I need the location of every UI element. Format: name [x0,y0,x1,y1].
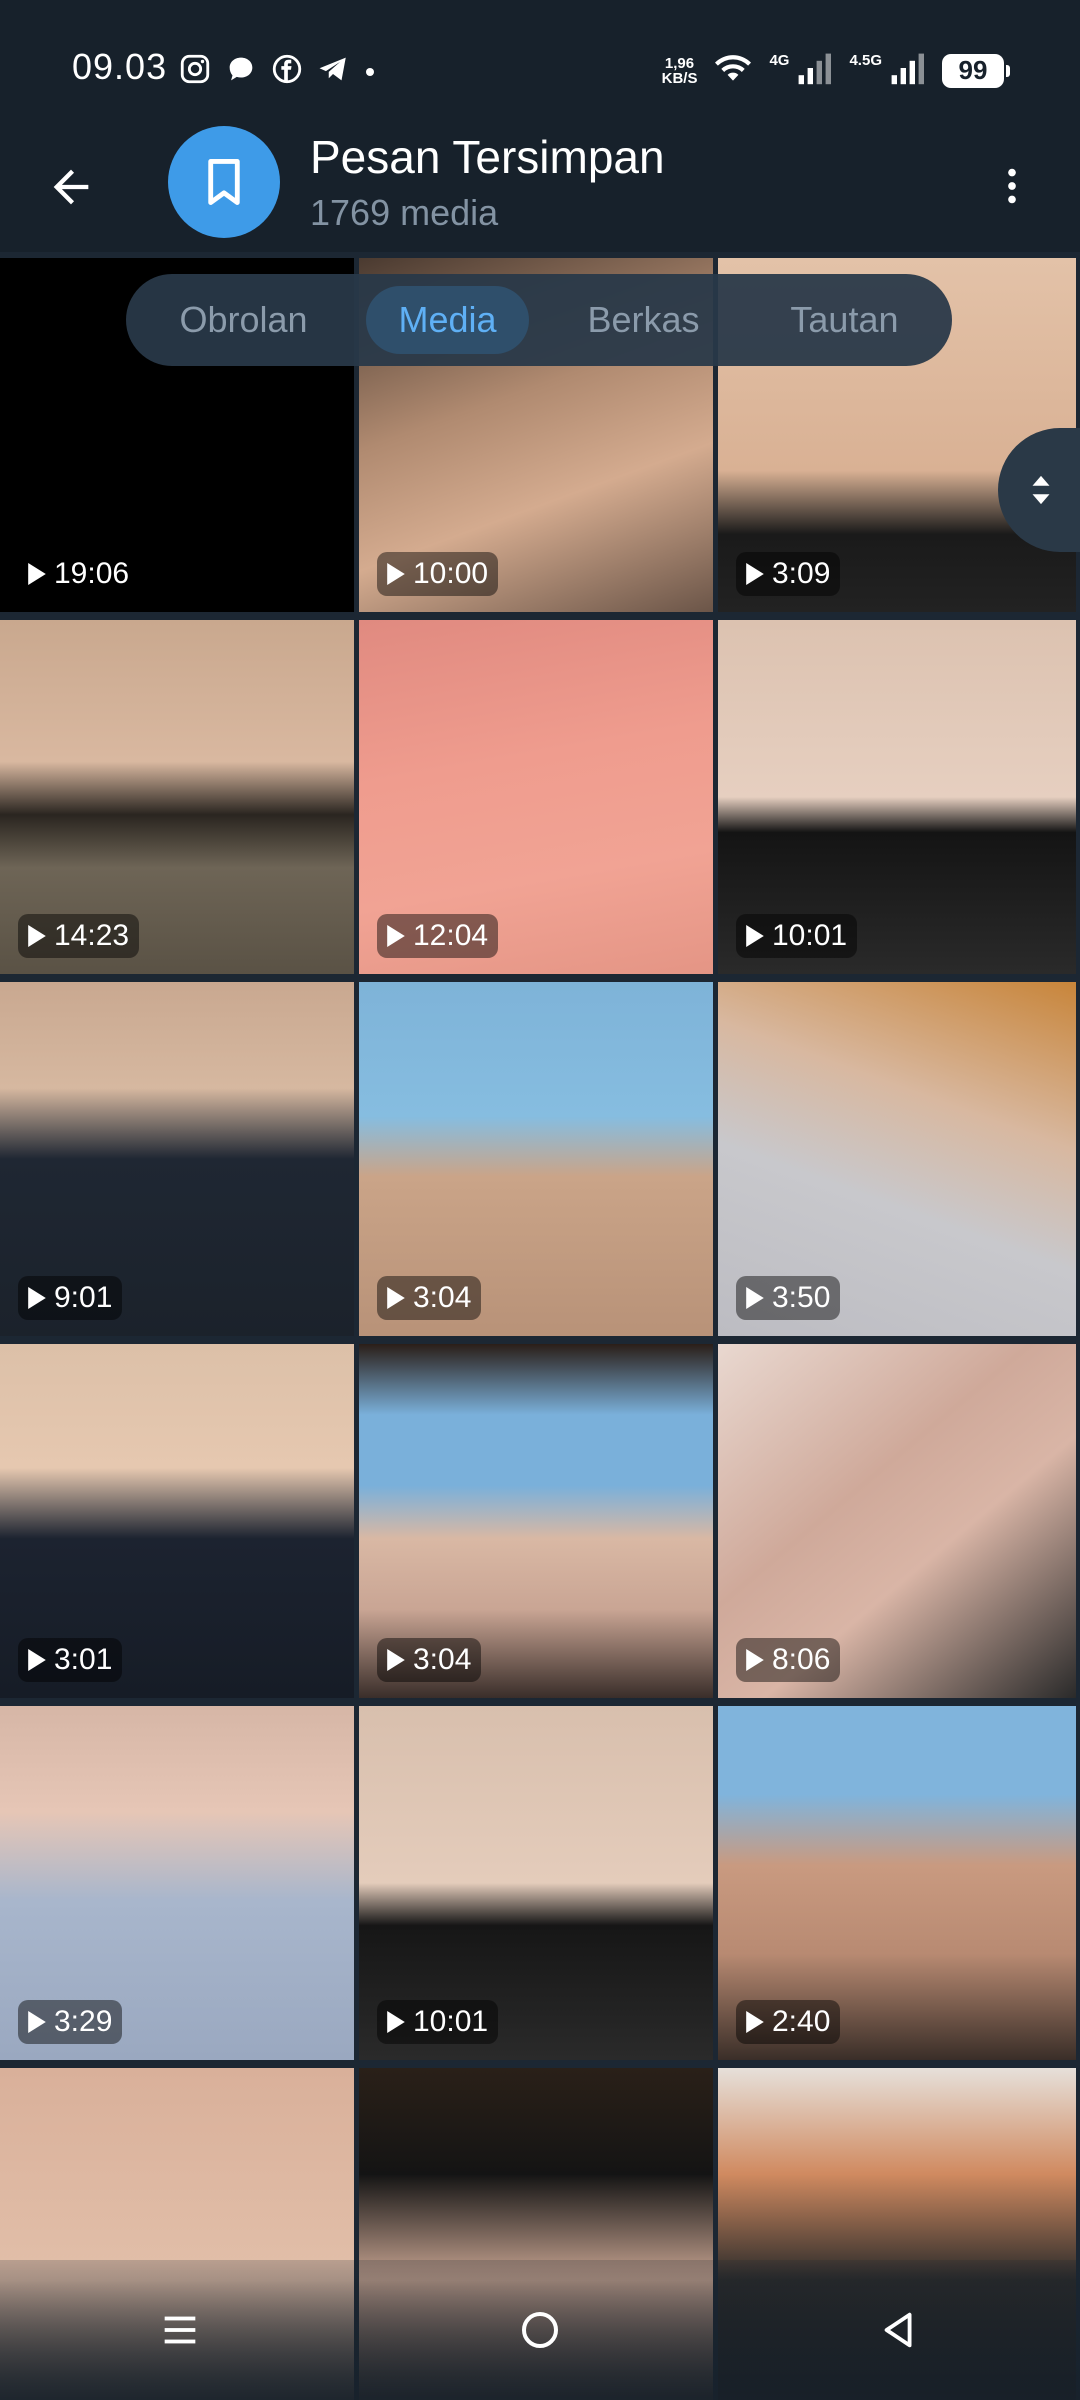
signal2-icon [884,50,928,91]
media-tile[interactable]: 3:50 [718,982,1076,1336]
media-tile[interactable]: 8:06 [718,1344,1076,1698]
duration-label: 10:01 [772,919,848,952]
tab-berkas[interactable]: Berkas [555,286,731,354]
signal1-icon [791,50,835,91]
home-circle-icon [522,2312,558,2348]
arrow-left-icon [53,169,89,205]
play-icon [387,925,405,947]
recent-apps-button[interactable] [135,2285,225,2375]
media-tile[interactable]: 9:01 [0,982,354,1336]
page-title: Pesan Tersimpan [310,131,665,183]
duration-badge: 10:01 [736,914,858,958]
duration-label: 3:29 [54,2005,113,2038]
play-icon [746,1287,764,1309]
triangle-back-icon [884,2312,912,2348]
duration-badge: 3:50 [736,1276,841,1320]
play-icon [387,563,405,585]
wifi-icon [711,50,755,91]
more-options-button[interactable] [982,156,1042,216]
chat-header: Pesan Tersimpan 1769 media [0,120,1080,252]
tab-media[interactable]: Media [366,286,529,354]
duration-label: 10:00 [413,557,489,590]
play-icon [387,1287,405,1309]
notification-icons [178,52,374,91]
duration-badge: 10:00 [377,552,499,596]
media-tile[interactable]: 2:40 [718,1706,1076,2060]
duration-badge: 3:29 [18,2000,123,2044]
system-nav-bar [0,2260,1080,2400]
duration-label: 3:09 [772,557,831,590]
play-icon [28,1287,46,1309]
play-icon [746,563,764,585]
duration-label: 2:40 [772,2005,831,2038]
duration-label: 14:23 [54,919,130,952]
duration-badge: 10:01 [377,2000,499,2044]
play-icon [746,925,764,947]
media-tile[interactable]: 3:01 [0,1344,354,1698]
duration-badge: 2:40 [736,2000,841,2044]
duration-badge: 3:04 [377,1638,482,1682]
signal2-label: 4.5G [849,52,882,69]
play-icon [746,1649,764,1671]
avatar[interactable] [168,126,280,238]
media-tabs: Obrolan Media Berkas Tautan [126,274,952,366]
net-speed-unit: KB/S [661,69,698,87]
facebook-icon [270,52,304,91]
duration-badge: 8:06 [736,1638,841,1682]
play-icon [28,563,46,585]
play-icon [387,1649,405,1671]
duration-badge: 12:04 [377,914,499,958]
scroll-arrows-icon [1032,475,1050,505]
duration-label: 10:01 [413,2005,489,2038]
duration-badge: 3:09 [736,552,841,596]
media-tile[interactable]: 3:29 [0,1706,354,2060]
status-bar: 09.03 1,96 KB/S 4G 4.5G 99 [0,0,1080,120]
duration-badge: 3:01 [18,1638,123,1682]
telegram-icon [316,52,350,91]
duration-label: 3:01 [54,1643,113,1676]
media-tile[interactable]: 10:01 [718,620,1076,974]
duration-label: 9:01 [54,1281,113,1314]
play-icon [28,2011,46,2033]
media-tile[interactable]: 10:01 [359,1706,713,2060]
play-icon [387,2011,405,2033]
media-tile[interactable]: 3:04 [359,982,713,1336]
battery-indicator: 99 [942,53,1010,88]
duration-badge: 19:06 [18,552,140,596]
media-tile[interactable]: 3:04 [359,1344,713,1698]
duration-label: 12:04 [413,919,489,952]
instagram-icon [178,52,212,91]
nav-back-button[interactable] [855,2285,945,2375]
play-icon [28,925,46,947]
bookmark-icon [208,159,240,205]
back-button[interactable] [38,154,104,220]
status-time: 09.03 [72,46,168,87]
media-grid: 19:06 10:00 3:09 14:23 12:04 10:01 9:01 … [0,258,1080,2400]
duration-label: 3:04 [413,1281,472,1314]
home-button[interactable] [495,2285,585,2375]
play-icon [746,2011,764,2033]
media-tile[interactable]: 14:23 [0,620,354,974]
tab-tautan[interactable]: Tautan [758,286,930,354]
net-speed-value: 1,96 [664,54,695,72]
screen: 09.03 1,96 KB/S 4G 4.5G 99 Pesan Tersimp… [0,0,1080,2400]
duration-badge: 3:04 [377,1276,482,1320]
menu-icon [164,2316,196,2344]
more-vertical-icon [1008,168,1016,204]
signal1-label: 4G [769,52,790,69]
play-icon [28,1649,46,1671]
duration-label: 19:06 [54,557,130,590]
duration-badge: 9:01 [18,1276,123,1320]
tab-obrolan[interactable]: Obrolan [147,286,339,354]
duration-badge: 14:23 [18,914,140,958]
media-tile[interactable]: 12:04 [359,620,713,974]
duration-label: 3:04 [413,1643,472,1676]
net-speed: 1,96 KB/S [662,56,698,86]
threads-chat-icon [224,52,258,91]
more-notifications-dot [366,67,374,76]
media-count: 1769 media [310,192,499,233]
duration-label: 3:50 [772,1281,831,1314]
duration-label: 8:06 [772,1643,831,1676]
system-status: 1,96 KB/S 4G 4.5G 99 [662,50,1010,91]
